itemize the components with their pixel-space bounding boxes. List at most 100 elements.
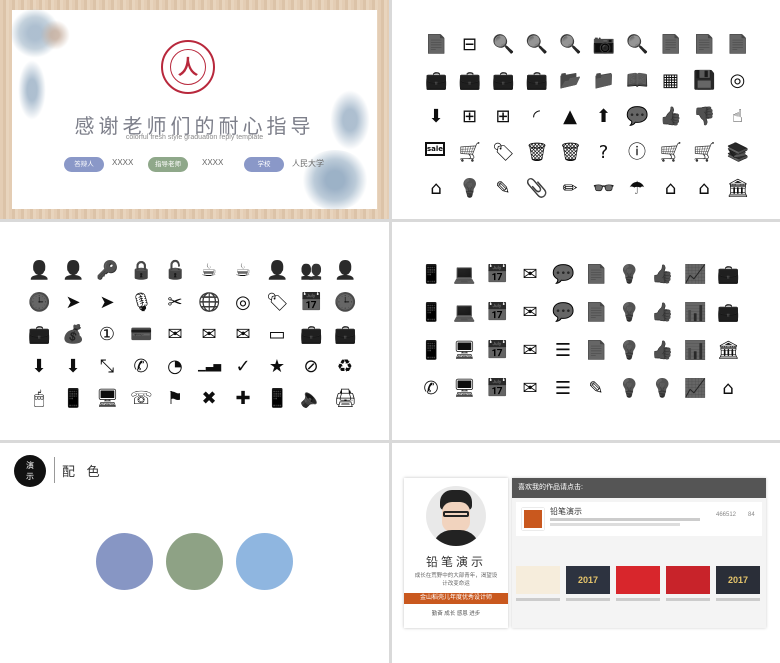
store-thumbnail[interactable] — [666, 566, 710, 594]
grid-icon: ⤡ — [99, 356, 115, 377]
grid-icon: 📅 — [300, 292, 323, 313]
grid-icon: 🏷 — [492, 142, 515, 163]
school-value: 人民大学 — [292, 159, 324, 168]
store-desc-line — [550, 518, 700, 521]
grid-icon: 📈 — [684, 264, 707, 285]
grid-icon: ✉ — [522, 340, 538, 361]
grid-icon: ✖ — [201, 388, 217, 409]
grid-icon: 🗑 — [559, 142, 582, 163]
grid-icon: ⊞ — [495, 106, 511, 127]
grid-icon: ▁▃▅ — [198, 361, 222, 372]
avatar — [426, 486, 486, 546]
grid-icon: ✉ — [522, 302, 538, 323]
grid-icon: ✉ — [522, 378, 538, 399]
grid-icon: 🏷 — [266, 292, 289, 313]
grid-icon: ✉ — [522, 264, 538, 285]
color-swatch — [236, 533, 293, 590]
grid-icon: ▭ — [268, 324, 286, 345]
grid-icon: 💼 — [300, 324, 323, 345]
university-logo: 人 — [161, 40, 215, 94]
grid-icon: sale — [425, 142, 445, 156]
store-name: 铅笔演示 — [550, 507, 582, 516]
grid-icon: 💻 — [453, 264, 476, 285]
grid-icon: 📄 — [585, 264, 608, 285]
grid-icon: ▲ — [563, 106, 577, 127]
grid-icon: 💼 — [28, 324, 51, 345]
grid-icon: 💬 — [552, 302, 575, 323]
grid-icon: 🏛 — [726, 178, 750, 199]
grid-icon: 📅 — [486, 264, 509, 285]
grid-icon: 🔓 — [164, 260, 187, 281]
grid-icon: 📅 — [486, 302, 509, 323]
grid-icon: ☰ — [554, 340, 572, 361]
slide-color-palette[interactable]: 演 示 配 色 — [0, 443, 389, 663]
author-tags: 勤奋 成长 感恩 进步 — [431, 611, 481, 617]
grid-icon: 📎 — [525, 178, 548, 199]
palette-heading: 配 色 — [62, 464, 104, 479]
grid-icon: 🔒 — [130, 260, 153, 281]
store-thumbnail[interactable]: 2017 — [566, 566, 610, 594]
grid-icon: ◎ — [729, 70, 746, 91]
grid-icon: 📱 — [420, 340, 443, 361]
grid-icon: 📖 — [626, 70, 649, 91]
grid-icon: ◎ — [235, 292, 251, 313]
store-stat: 84 — [748, 512, 755, 518]
thumbnail-caption — [566, 598, 610, 601]
grid-icon: 💼 — [492, 70, 515, 91]
grid-icon: ✓ — [235, 356, 251, 377]
grid-icon: 👓 — [592, 178, 615, 199]
grid-icon: 📚 — [726, 142, 749, 163]
grid-icon: 📄 — [659, 34, 682, 55]
grid-icon: 💼 — [525, 70, 548, 91]
color-swatch — [96, 533, 153, 590]
grid-icon: ☕ — [200, 260, 218, 281]
grid-icon: 🕒 — [334, 292, 357, 313]
grid-icon: ⌂ — [722, 378, 734, 399]
grid-icon: 💼 — [717, 264, 740, 285]
grid-icon: ⬇ — [31, 356, 47, 377]
store-card[interactable]: 铅笔演示 466512 84 — [516, 502, 762, 536]
grid-icon: ▦ — [661, 70, 679, 91]
store-thumbnail[interactable]: 2017 — [716, 566, 760, 594]
author-award: 金山稻壳儿年度优秀设计师 — [404, 593, 508, 604]
grid-icon: 👎 — [693, 106, 716, 127]
slide-thank-you[interactable]: 人 感谢老师们的耐心指导 colorful fresh style gradua… — [0, 0, 389, 219]
grid-icon: ◔ — [167, 356, 183, 377]
grid-icon: 💡 — [651, 378, 674, 399]
grid-icon: 📅 — [486, 378, 509, 399]
grid-icon: ✎ — [495, 178, 511, 199]
store-panel[interactable]: 喜欢我的作品请点击: 铅笔演示 466512 84 2017 2017 — [512, 478, 766, 628]
grid-icon: 💬 — [552, 264, 575, 285]
grid-icon: ☝ — [732, 106, 743, 127]
store-thumbnail[interactable] — [616, 566, 660, 594]
grid-icon: 💳 — [130, 324, 153, 345]
grid-icon: 🖥 — [96, 388, 119, 409]
slide-icon-set-3[interactable]: 📱 💻 📅 ✉ 💬 📄 💡 👍 📈 💼 📱 💻 📅 ✉ 💬 📄 💡 👍 📊 💼 📱 🖥 📅 ✉ ☰ 📄 💡 👍 📊 🏛 ✆ 🖥 📅 ✉ ☰ ✎ 💡 💡 📈 ⌂ — [392, 222, 780, 440]
grid-icon: 🛒 — [458, 142, 481, 163]
grid-icon: 🏛 — [717, 340, 740, 361]
grid-icon: ➤ — [99, 292, 115, 313]
grid-icon: 💬 — [626, 106, 649, 127]
grid-icon: 🌐 — [198, 292, 221, 313]
grid-icon: 💡 — [458, 178, 481, 199]
slide-author-profile[interactable]: 铅笔演示 成长在荒野中的大部青年，渴望设计改变命运 金山稻壳儿年度优秀设计师 勤… — [392, 443, 780, 663]
grid-icon: 🖥 — [453, 378, 476, 399]
store-thumbnail[interactable] — [516, 566, 560, 594]
grid-icon: 📊 — [684, 302, 707, 323]
grid-icon: ✉ — [167, 324, 183, 345]
slide-icon-set-1[interactable]: 📄 ⊟ 🔍 🔍 🔍 📷 🔍 📄 📄 📄 💼 💼 💼 💼 📂 📁 📖 ▦ 💾 ◎ ⬇ ⊞ ⊞ ◜ ▲ ⬆ 💬 👍 👎 ☝ sale 🛒 🏷 🗑 🗑? ⓘ… — [392, 0, 780, 219]
grid-icon: 🔍 — [626, 34, 649, 55]
grid-icon: 👍 — [651, 264, 674, 285]
grid-icon: 📄 — [425, 34, 448, 55]
grid-icon: ★ — [268, 356, 286, 377]
school-label: 学校 — [244, 157, 284, 172]
store-header: 喜欢我的作品请点击: — [512, 478, 766, 498]
grid-icon: 💼 — [425, 70, 448, 91]
grid-icon: 🗑 — [525, 142, 549, 163]
grid-icon: 🖱 — [33, 388, 45, 409]
slide-icon-set-2[interactable]: 👤 👤 🔑 🔒 🔓 ☕ ☕ 👤 👥 👤 🕒 ➤ ➤ 🎙 ✂ 🌐 ◎ 🏷 📅 🕒 💼 💰 ① 💳 ✉ ✉ ✉ ▭ 💼 💼 ⬇ ⬇ ⤡ ✆ ◔ ▁▃▅ ✓ ★… — [0, 222, 389, 440]
grid-icon: ⬇ — [428, 106, 444, 127]
grid-icon: 💡 — [618, 264, 641, 285]
grid-icon: 👍 — [659, 106, 682, 127]
grid-icon: ☰ — [554, 378, 572, 399]
